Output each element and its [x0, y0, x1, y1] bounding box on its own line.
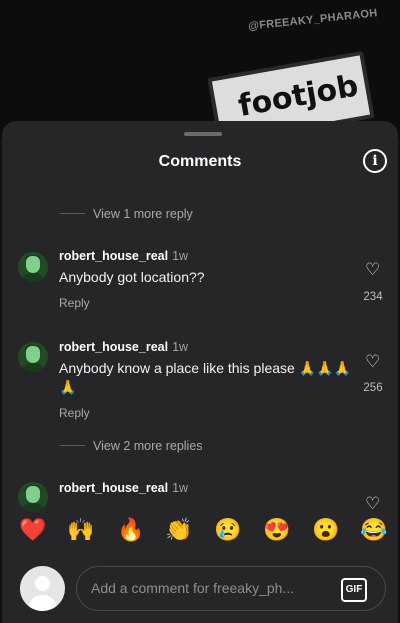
- heart-icon[interactable]: ♡: [365, 494, 380, 514]
- emoji-heart-eyes[interactable]: 😍: [262, 517, 292, 543]
- view-more-replies[interactable]: View 2 more replies: [93, 439, 203, 453]
- comment-time: 1w: [172, 481, 189, 495]
- emoji-crying[interactable]: 😢: [213, 517, 243, 543]
- avatar[interactable]: [18, 252, 48, 282]
- user-avatar: [20, 566, 65, 611]
- thread-line: [60, 213, 85, 214]
- username-text[interactable]: robert_house_real: [59, 481, 168, 495]
- reply-button[interactable]: Reply: [59, 406, 90, 420]
- comment-time: 1w: [172, 249, 189, 263]
- comment-username[interactable]: robert_house_real 1w: [59, 481, 188, 495]
- comment-input[interactable]: Add a comment for freeaky_ph... GIF: [76, 566, 386, 611]
- emoji-clap[interactable]: 👏: [164, 517, 194, 543]
- emoji-raised-hands[interactable]: 🙌: [66, 517, 96, 543]
- avatar[interactable]: [18, 482, 48, 512]
- view-more-replies-top[interactable]: View 1 more reply: [93, 207, 193, 221]
- avatar[interactable]: [18, 342, 48, 372]
- heart-icon[interactable]: ♡: [365, 352, 380, 372]
- emoji-surprised[interactable]: 😮: [311, 517, 341, 543]
- username-text[interactable]: robert_house_real: [59, 340, 168, 354]
- emoji-heart[interactable]: ❤️: [18, 517, 48, 543]
- heart-icon[interactable]: ♡: [365, 260, 380, 280]
- info-icon[interactable]: i: [363, 149, 387, 173]
- comment-username[interactable]: robert_house_real 1w: [59, 340, 188, 354]
- comments-sheet: Comments i View 1 more reply robert_hous…: [2, 121, 398, 623]
- emoji-reaction-bar: ❤️ 🙌 🔥 👏 😢 😍 😮 😂: [2, 517, 398, 551]
- comment-text: Anybody know a place like this please 🙏🙏…: [59, 360, 351, 395]
- comment-input-placeholder: Add a comment for freeaky_ph...: [91, 580, 295, 596]
- gif-button[interactable]: GIF: [341, 578, 367, 602]
- like-count: 256: [363, 382, 383, 394]
- comment-composer: Add a comment for freeaky_ph... GIF: [2, 561, 398, 623]
- like-count: 234: [363, 291, 383, 303]
- sheet-title: Comments: [158, 153, 242, 170]
- thread-line: [60, 445, 85, 446]
- drag-handle[interactable]: [184, 132, 222, 136]
- sign-text: footjob: [235, 68, 361, 124]
- emoji-fire[interactable]: 🔥: [116, 517, 146, 543]
- reply-button[interactable]: Reply: [59, 296, 90, 310]
- comment-username[interactable]: robert_house_real 1w: [59, 249, 188, 263]
- emoji-laughing[interactable]: 😂: [359, 517, 389, 543]
- username-text[interactable]: robert_house_real: [59, 249, 168, 263]
- comment-text: Anybody got location??: [59, 269, 205, 285]
- comment-time: 1w: [172, 340, 189, 354]
